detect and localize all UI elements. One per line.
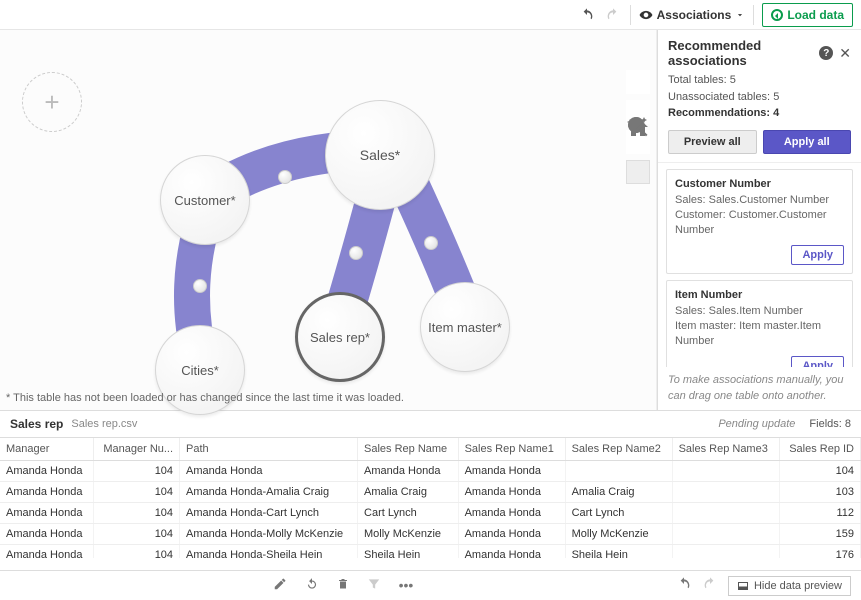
undo-icon[interactable] <box>578 6 596 24</box>
delete-icon[interactable] <box>337 577 349 594</box>
bubble-salesrep[interactable]: Sales rep* <box>295 292 385 382</box>
magic-wand-icon[interactable] <box>626 160 650 184</box>
apply-button[interactable]: Apply <box>791 356 844 367</box>
load-icon <box>771 9 783 21</box>
data-preview-header: Sales rep Sales rep.csv Pending update F… <box>0 410 861 438</box>
card-title: Customer Number <box>675 178 844 190</box>
close-panel-icon[interactable]: ✕ <box>839 45 851 62</box>
column-header[interactable]: Manager <box>0 438 93 461</box>
data-preview-table[interactable]: ManagerManager Nu...PathSales Rep NameSa… <box>0 438 861 558</box>
table-row[interactable]: Amanda Honda104Amanda Honda-Amalia Craig… <box>0 482 861 503</box>
canvas-tool-list <box>626 70 650 184</box>
table-row[interactable]: Amanda Honda104Amanda Honda-Cart LynchCa… <box>0 503 861 524</box>
edit-icon[interactable] <box>273 577 287 594</box>
column-header[interactable]: Path <box>180 438 358 461</box>
apply-button[interactable]: Apply <box>791 245 844 265</box>
preview-all-button[interactable]: Preview all <box>668 130 757 154</box>
chevron-down-icon <box>735 10 745 20</box>
column-header[interactable]: Sales Rep Name1 <box>458 438 565 461</box>
associations-canvas[interactable]: + Sales* Customer* Cities* Sales rep* It… <box>0 30 657 410</box>
bubble-itemmaster[interactable]: Item master* <box>420 282 510 372</box>
card-line: Item master: Item master.Item Number <box>675 319 844 350</box>
panel-icon <box>737 580 749 592</box>
bubble-customer[interactable]: Customer* <box>160 155 250 245</box>
link-dot[interactable] <box>278 170 292 184</box>
footer-undo-icon[interactable] <box>676 576 692 595</box>
card-line: Sales: Sales.Customer Number <box>675 193 844 208</box>
table-row[interactable]: Amanda Honda104Amanda Honda-Molly McKenz… <box>0 524 861 545</box>
column-header[interactable]: Manager Nu... <box>93 438 180 461</box>
link-dot[interactable] <box>424 236 438 250</box>
pending-status: Pending update <box>718 418 795 430</box>
column-header[interactable]: Sales Rep ID <box>779 438 860 461</box>
panel-hint: To make associations manually, you can d… <box>658 367 861 410</box>
card-line: Customer: Customer.Customer Number <box>675 208 844 239</box>
footer-redo-icon <box>702 576 718 595</box>
load-data-button[interactable]: Load data <box>762 3 853 27</box>
recommendations-panel: Recommended associations ? ✕ Total table… <box>657 30 861 410</box>
table-row[interactable]: Amanda Honda104Amanda HondaAmanda HondaA… <box>0 461 861 482</box>
apply-all-button[interactable]: Apply all <box>763 130 852 154</box>
footer-bar: ••• Hide data preview <box>0 570 861 600</box>
view-dropdown-label: Associations <box>657 8 732 22</box>
top-toolbar: Associations Load data <box>0 0 861 30</box>
link-dot[interactable] <box>349 246 363 260</box>
card-title: Item Number <box>675 289 844 301</box>
view-dropdown[interactable]: Associations <box>639 8 746 22</box>
filter-icon <box>367 577 381 594</box>
column-header[interactable]: Sales Rep Name <box>358 438 459 461</box>
preview-file-name: Sales rep.csv <box>71 418 137 430</box>
panel-title: Recommended associations <box>668 38 819 68</box>
recommendation-card[interactable]: Item Number Sales: Sales.Item Number Ite… <box>666 280 853 368</box>
table-row[interactable]: Amanda Honda104Amanda Honda-Sheila HeinS… <box>0 545 861 559</box>
preview-table-name: Sales rep <box>10 417 63 431</box>
column-header[interactable]: Sales Rep Name3 <box>672 438 779 461</box>
eye-icon <box>639 8 653 22</box>
hide-preview-button[interactable]: Hide data preview <box>728 576 851 596</box>
recommendation-list: Customer Number Sales: Sales.Customer Nu… <box>658 162 861 368</box>
link-dot[interactable] <box>193 279 207 293</box>
more-icon[interactable]: ••• <box>399 577 414 594</box>
column-header[interactable]: Sales Rep Name2 <box>565 438 672 461</box>
load-data-label: Load data <box>787 8 844 22</box>
redo-icon <box>604 6 622 24</box>
help-icon[interactable]: ? <box>819 46 833 60</box>
recommendation-card[interactable]: Customer Number Sales: Sales.Customer Nu… <box>666 169 853 274</box>
canvas-note: * This table has not been loaded or has … <box>6 392 404 404</box>
fields-count: Fields: 8 <box>809 418 851 430</box>
refresh-icon[interactable] <box>305 577 319 594</box>
bubble-sales[interactable]: Sales* <box>325 100 435 210</box>
card-line: Sales: Sales.Item Number <box>675 304 844 319</box>
